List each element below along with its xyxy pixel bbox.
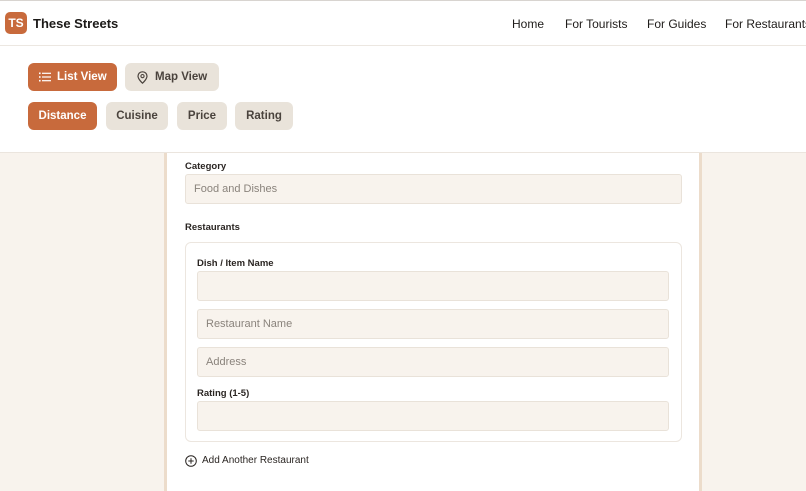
category-label: Category	[185, 161, 227, 172]
restaurants-label: Restaurants	[185, 222, 240, 233]
nav-link-guides[interactable]: For Guides	[647, 17, 706, 31]
map-view-button[interactable]: Map View	[125, 63, 219, 91]
brand-name[interactable]: These Streets	[33, 16, 118, 31]
plus-circle-icon	[185, 455, 197, 467]
rating-label: Rating (1-5)	[197, 388, 250, 399]
nav-link-tourists[interactable]: For Tourists	[565, 17, 627, 31]
address-input[interactable]: Address	[197, 347, 669, 377]
logo[interactable]: TS	[5, 12, 27, 34]
category-field[interactable]: Food and Dishes	[185, 174, 682, 204]
add-restaurant-label: Add Another Restaurant	[202, 455, 309, 466]
filter-distance[interactable]: Distance	[28, 102, 97, 130]
top-nav: TS These Streets Home For Tourists For G…	[0, 0, 806, 46]
restaurant-name-input[interactable]: Restaurant Name	[197, 309, 669, 339]
map-view-label: Map View	[155, 71, 208, 83]
restaurant-entry: Dish / Item Name Restaurant Name Address…	[185, 242, 682, 442]
filter-cuisine[interactable]: Cuisine	[106, 102, 168, 130]
list-view-button[interactable]: List View	[28, 63, 117, 91]
form-card: Category Food and Dishes Restaurants Dis…	[164, 153, 702, 491]
filter-rating[interactable]: Rating	[235, 102, 293, 130]
nav-link-restaurants[interactable]: For Restaurants	[725, 17, 806, 31]
rating-input[interactable]	[197, 401, 669, 431]
list-view-label: List View	[57, 71, 107, 83]
dish-name-input[interactable]	[197, 271, 669, 301]
dish-name-label: Dish / Item Name	[197, 258, 274, 269]
map-pin-icon	[137, 71, 148, 84]
list-icon	[39, 72, 51, 82]
toolbar: List View Map View Distance Cuisine Pric…	[0, 46, 806, 153]
nav-link-home[interactable]: Home	[512, 17, 544, 31]
filter-price[interactable]: Price	[177, 102, 227, 130]
